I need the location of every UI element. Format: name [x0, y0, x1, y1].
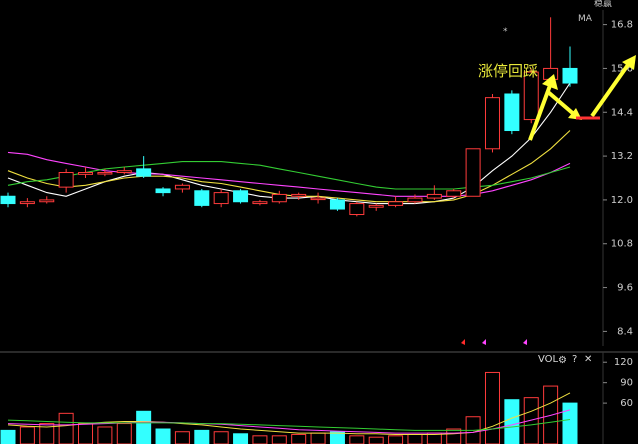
star-marker: *: [503, 27, 508, 37]
volume-bar: [58, 412, 74, 444]
candle: [446, 188, 462, 199]
close-icon[interactable]: ✕: [584, 354, 592, 365]
volume-bar: [310, 432, 326, 444]
volume-bar: [155, 428, 171, 444]
volume-bar: [504, 399, 520, 444]
volume-bar: [484, 371, 500, 444]
candle-body: [233, 190, 249, 203]
candle-body: [174, 184, 190, 190]
volume-bar: [446, 428, 462, 444]
volume-bar: [97, 426, 113, 444]
annotation-text: 涨停回踩: [478, 62, 538, 80]
candle-body: [213, 192, 229, 205]
candle-body: [0, 195, 16, 205]
candle-body: [329, 199, 345, 210]
y-tick-label: 12.0: [611, 195, 633, 206]
candle-body: [291, 193, 307, 197]
candle: [194, 188, 210, 208]
candle-body: [504, 93, 520, 132]
candle-body: [407, 197, 423, 203]
candle-body: [388, 201, 404, 206]
volume-bar: [78, 423, 94, 444]
candle-body: [194, 190, 210, 206]
vol-tick-label: 90: [620, 378, 633, 389]
settings-icon[interactable]: ⚙: [558, 355, 567, 366]
candle-body: [39, 199, 55, 203]
volume-bar: [174, 431, 190, 444]
candle-body: [446, 190, 462, 197]
volume-bar: [271, 435, 287, 444]
vol-tick-label: 120: [614, 357, 633, 368]
candle: [329, 198, 345, 211]
candle-body: [349, 203, 365, 216]
vol-tick-label: 60: [620, 398, 633, 409]
candle: [465, 148, 481, 197]
y-tick-label: 9.6: [617, 283, 633, 294]
volume-bar: [291, 433, 307, 444]
y-tick-label: 16.8: [611, 20, 633, 31]
volume-bar: [349, 435, 365, 444]
candle-body: [562, 67, 578, 84]
volume-bar: [213, 431, 229, 444]
volume-bar: [136, 410, 152, 444]
candle-body: [78, 172, 94, 175]
vol-label: VOL: [538, 354, 559, 365]
volume-bar: [407, 433, 423, 444]
candle-body: [426, 193, 442, 199]
volume-bar: [252, 435, 268, 444]
volume-bar: [388, 435, 404, 444]
candle: [233, 188, 249, 204]
volume-bar: [116, 423, 132, 444]
volume-bar: [233, 433, 249, 444]
candle: [349, 201, 365, 217]
candle-body: [136, 168, 152, 177]
candle-body: [310, 197, 326, 201]
y-tick-label: 14.4: [611, 107, 633, 118]
candle-body: [97, 172, 113, 175]
ma-label: MA: [578, 14, 593, 24]
candle: [504, 90, 520, 135]
candle-body: [58, 172, 74, 188]
candle-body: [19, 201, 35, 205]
y-tick-label: 8.4: [617, 326, 633, 337]
help-button[interactable]: ?: [572, 354, 577, 365]
candle-body: [368, 204, 384, 208]
volume-bar: [368, 436, 384, 444]
candlestick-chart[interactable]: 稳赢 MA * 16.815.614.413.212.010.89.68.4 涨…: [0, 0, 638, 444]
candle-body: [271, 193, 287, 203]
volume-bar: [194, 429, 210, 444]
volume-bar: [562, 402, 578, 444]
candle-body: [465, 148, 481, 197]
candle: [484, 94, 500, 153]
y-tick-label: 13.2: [611, 151, 633, 162]
volume-bar: [19, 426, 35, 444]
candle-body: [155, 188, 171, 194]
candle-body: [484, 97, 500, 150]
candle-body: [116, 170, 132, 174]
top-right-label: 稳赢: [594, 0, 612, 9]
y-tick-label: 10.8: [611, 239, 633, 250]
candle-body: [252, 201, 268, 205]
volume-bar: [0, 429, 16, 444]
chart-background: [0, 0, 638, 444]
